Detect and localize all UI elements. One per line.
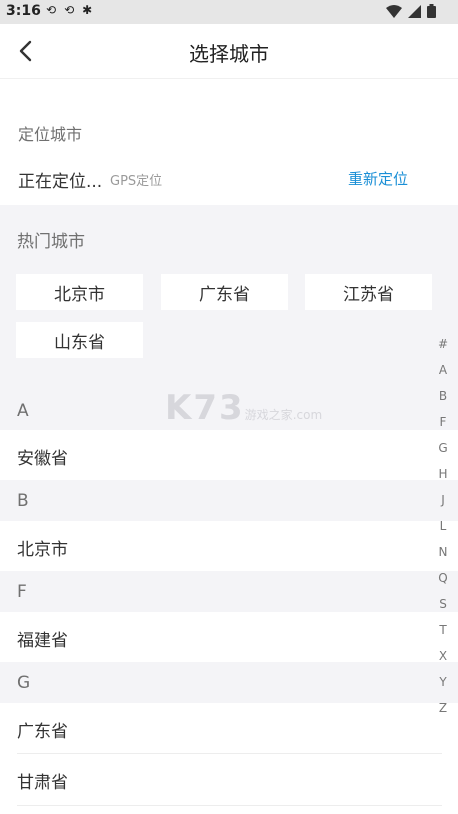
divider bbox=[17, 805, 442, 806]
spacer bbox=[0, 79, 458, 107]
status-time: 3:16 bbox=[6, 3, 41, 19]
index-letter[interactable]: T bbox=[428, 623, 458, 637]
hot-city-button[interactable]: 北京市 bbox=[16, 274, 143, 310]
index-letter[interactable]: L bbox=[428, 519, 458, 533]
list-item-label: 甘肃省 bbox=[17, 773, 68, 793]
location-section: 定位城市 正在定位... GPS定位 重新定位 bbox=[0, 107, 458, 205]
signal-icon bbox=[408, 4, 421, 18]
sync-icon: ⟲ bbox=[64, 3, 75, 17]
index-letter[interactable]: J bbox=[428, 493, 458, 507]
list-item[interactable]: 甘肃省 bbox=[0, 754, 458, 804]
index-letter[interactable]: H bbox=[428, 467, 458, 481]
watermark-site: 游戏之家 bbox=[244, 408, 293, 422]
group-letter-b: B bbox=[17, 491, 29, 511]
list-item[interactable]: 福建省 bbox=[0, 612, 458, 662]
index-letter[interactable]: X bbox=[428, 649, 458, 663]
group-letter-g: G bbox=[17, 673, 31, 693]
notification-icons: ⟲ ⟲ ✱ bbox=[46, 3, 92, 17]
gps-hint: GPS定位 bbox=[110, 174, 163, 189]
index-letter[interactable]: N bbox=[428, 545, 458, 559]
index-letter[interactable]: B bbox=[428, 389, 458, 403]
hot-cities-label: 热门城市 bbox=[17, 232, 85, 252]
location-label: 定位城市 bbox=[18, 125, 83, 144]
watermark: K73游戏之家.com bbox=[165, 388, 322, 428]
hot-city-button[interactable]: 山东省 bbox=[16, 322, 143, 358]
index-letter[interactable]: S bbox=[428, 597, 458, 611]
index-letter[interactable]: # bbox=[428, 337, 458, 351]
index-letter[interactable]: G bbox=[428, 441, 458, 455]
index-letter[interactable]: F bbox=[428, 415, 458, 429]
group-letter-a: A bbox=[17, 401, 29, 421]
watermark-logo: K73 bbox=[165, 388, 245, 428]
index-letter[interactable]: Z bbox=[428, 701, 458, 715]
index-letter[interactable]: Y bbox=[428, 675, 458, 689]
sync-icon: ⟲ bbox=[46, 3, 57, 17]
battery-icon bbox=[427, 4, 436, 18]
watermark-domain: .com bbox=[292, 408, 323, 422]
index-letter[interactable]: Q bbox=[428, 571, 458, 585]
wifi-icon bbox=[386, 4, 402, 18]
list-item-label: 北京市 bbox=[17, 540, 68, 560]
app-header: 选择城市 bbox=[0, 24, 458, 79]
hot-city-button[interactable]: 广东省 bbox=[161, 274, 288, 310]
status-bar: 3:16 ⟲ ⟲ ✱ bbox=[0, 0, 458, 24]
location-status: 正在定位... bbox=[18, 172, 103, 192]
list-item-label: 福建省 bbox=[17, 631, 68, 651]
list-item-label: 安徽省 bbox=[17, 449, 68, 469]
relocate-button[interactable]: 重新定位 bbox=[348, 168, 408, 189]
list-item[interactable]: 安徽省 bbox=[0, 430, 458, 480]
group-letter-f: F bbox=[17, 582, 27, 602]
list-item[interactable]: 北京市 bbox=[0, 521, 458, 571]
list-item[interactable]: 广东省 bbox=[0, 703, 458, 753]
index-letter[interactable]: A bbox=[428, 363, 458, 377]
page-title: 选择城市 bbox=[189, 42, 269, 66]
system-icons bbox=[386, 4, 436, 18]
hot-city-button[interactable]: 江苏省 bbox=[305, 274, 432, 310]
group-rows: 广东省 甘肃省 bbox=[0, 703, 458, 814]
list-item-label: 广东省 bbox=[17, 722, 68, 742]
bug-icon: ✱ bbox=[82, 3, 93, 17]
